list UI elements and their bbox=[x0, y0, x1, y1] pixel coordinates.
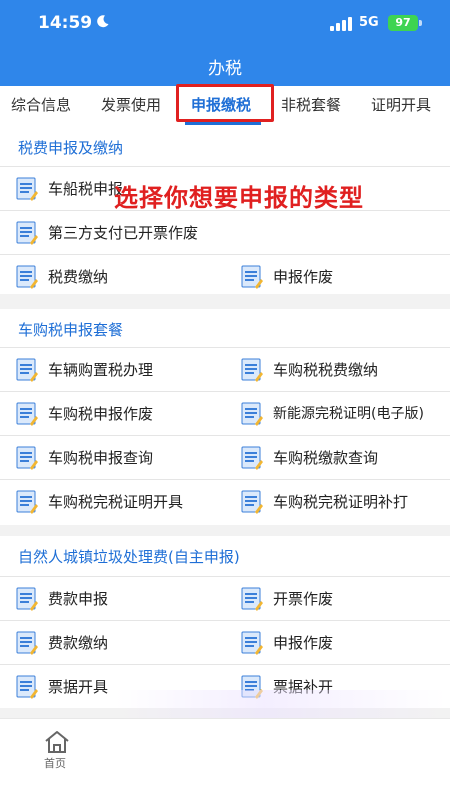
battery-icon: 97 bbox=[388, 15, 418, 31]
section-title: 车购税申报套餐 bbox=[18, 321, 124, 339]
list-item[interactable]: 新能源完税证明(电子版) bbox=[241, 391, 446, 435]
list-item[interactable]: 申报作废 bbox=[241, 620, 441, 664]
item-label: 费款申报 bbox=[48, 590, 109, 608]
overlay-caption: 选择你想要申报的类型 bbox=[114, 184, 364, 212]
list-item[interactable]: 车购税税费缴纳 bbox=[241, 347, 441, 391]
list-item[interactable]: 车辆购置税办理 bbox=[16, 347, 226, 391]
document-icon bbox=[16, 631, 38, 655]
document-icon bbox=[16, 177, 38, 201]
item-label: 车辆购置税办理 bbox=[48, 361, 154, 379]
list-item[interactable]: 车购税完税证明开具 bbox=[16, 479, 226, 523]
list-item[interactable]: 开票作废 bbox=[241, 576, 441, 620]
document-icon bbox=[16, 446, 38, 470]
tab-comprehensive-info[interactable]: 综合信息 bbox=[11, 86, 71, 128]
moon-icon bbox=[97, 15, 109, 28]
status-time: 14:59 bbox=[38, 13, 93, 33]
document-icon bbox=[241, 446, 263, 470]
bottom-nav: 首页 bbox=[0, 718, 450, 800]
document-icon bbox=[241, 587, 263, 611]
item-label: 第三方支付已开票作废 bbox=[48, 224, 199, 242]
document-icon bbox=[16, 587, 38, 611]
document-icon bbox=[241, 402, 263, 426]
item-label: 申报作废 bbox=[273, 634, 334, 652]
tab-non-tax-package[interactable]: 非税套餐 bbox=[281, 86, 341, 128]
item-label: 开票作废 bbox=[273, 590, 334, 608]
tab-invoice-use[interactable]: 发票使用 bbox=[101, 86, 161, 128]
item-label: 车购税缴款查询 bbox=[273, 449, 379, 467]
list-item[interactable]: 税费缴纳 bbox=[16, 254, 226, 298]
document-icon bbox=[16, 490, 38, 514]
item-label: 税费缴纳 bbox=[48, 268, 109, 286]
app-header: 14:59 5G 97 办税 bbox=[0, 0, 450, 86]
item-label: 车购税申报查询 bbox=[48, 449, 154, 467]
document-icon bbox=[241, 265, 263, 289]
list-item[interactable]: 申报作废 bbox=[241, 254, 441, 298]
document-icon bbox=[241, 631, 263, 655]
section-title: 自然人城镇垃圾处理费(自主申报) bbox=[18, 548, 240, 566]
section-garbage-fee: 自然人城镇垃圾处理费(自主申报) 费款申报 开票作废 费款缴纳 申报作废 票据开… bbox=[0, 536, 450, 708]
document-icon bbox=[16, 221, 38, 245]
item-label: 车购税完税证明补打 bbox=[273, 493, 409, 511]
list-item[interactable]: 车购税申报查询 bbox=[16, 435, 226, 479]
active-tab-indicator bbox=[185, 122, 261, 125]
item-label: 车购税申报作废 bbox=[48, 405, 154, 423]
document-icon bbox=[241, 490, 263, 514]
network-type: 5G bbox=[359, 15, 379, 30]
list-item[interactable]: 车购税缴款查询 bbox=[241, 435, 441, 479]
home-icon bbox=[45, 731, 69, 753]
list-item[interactable]: 费款申报 bbox=[16, 576, 226, 620]
document-icon bbox=[16, 675, 38, 699]
nav-home-label: 首页 bbox=[44, 757, 66, 770]
status-bar: 14:59 5G 97 bbox=[0, 0, 450, 46]
document-icon bbox=[16, 358, 38, 382]
item-label: 车购税完税证明开具 bbox=[48, 493, 184, 511]
document-icon bbox=[241, 358, 263, 382]
item-label: 新能源完税证明(电子版) bbox=[273, 406, 424, 422]
tab-highlight-box bbox=[176, 84, 274, 122]
list-item[interactable]: 费款缴纳 bbox=[16, 620, 226, 664]
list-item[interactable]: 车购税完税证明补打 bbox=[241, 479, 441, 523]
item-label: 费款缴纳 bbox=[48, 634, 109, 652]
item-label: 车购税税费缴纳 bbox=[273, 361, 379, 379]
list-item[interactable]: 车购税申报作废 bbox=[16, 391, 226, 435]
signal-icon bbox=[330, 17, 352, 31]
battery-tip bbox=[419, 20, 422, 26]
item-label: 申报作废 bbox=[273, 268, 334, 286]
item-label: 票据开具 bbox=[48, 678, 109, 696]
page-title: 办税 bbox=[208, 59, 242, 79]
document-icon bbox=[16, 265, 38, 289]
tab-certificate[interactable]: 证明开具 bbox=[371, 86, 431, 128]
section-title: 税费申报及缴纳 bbox=[18, 139, 124, 157]
item-label: 车船税申报 bbox=[48, 180, 124, 198]
list-item[interactable]: 第三方支付已开票作废 bbox=[16, 210, 436, 254]
document-icon bbox=[16, 402, 38, 426]
section-vehicle-tax: 车购税申报套餐 车辆购置税办理 车购税税费缴纳 车购税申报作废 新能源完税证明(… bbox=[0, 309, 450, 525]
